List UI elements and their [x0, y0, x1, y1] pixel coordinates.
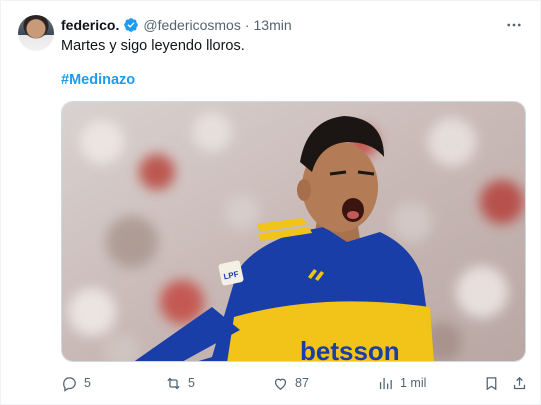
sponsor-logo: betsson [300, 336, 400, 362]
author-handle[interactable]: @federicosmos [143, 17, 240, 33]
retweet-count: 5 [188, 376, 195, 390]
tweet-media-image[interactable]: LPF betsson [61, 101, 526, 362]
more-dots-icon[interactable] [504, 15, 524, 35]
tweet-actions: 5 5 87 1 mil [61, 373, 531, 393]
views-count: 1 mil [400, 376, 427, 390]
reply-count: 5 [84, 376, 91, 390]
bookmark-icon [486, 376, 497, 390]
bookmark-button[interactable] [483, 373, 500, 393]
retweet-button[interactable]: 5 [165, 373, 195, 393]
separator-dot: · [244, 17, 250, 33]
tweet-text: Martes y sigo leyendo lloros. [61, 38, 245, 54]
heart-icon [274, 378, 287, 390]
avatar[interactable] [18, 15, 54, 51]
hashtag-link[interactable]: #Medinazo [61, 72, 135, 88]
reply-icon [63, 376, 76, 392]
tweet-timestamp[interactable]: 13min [254, 17, 292, 33]
tweet-card[interactable]: federico. @federicosmos · 13min Martes y… [0, 0, 541, 405]
like-count: 87 [295, 376, 309, 390]
verified-badge-icon [124, 18, 139, 32]
like-button[interactable]: 87 [272, 373, 309, 393]
views-button[interactable]: 1 mil [377, 373, 426, 393]
share-button[interactable] [511, 373, 528, 393]
share-icon [513, 376, 526, 389]
display-name[interactable]: federico. [61, 17, 119, 33]
reply-button[interactable]: 5 [61, 373, 91, 393]
tweet-header: federico. @federicosmos · 13min [61, 16, 292, 34]
player-photo: LPF betsson [62, 102, 525, 362]
views-icon [379, 377, 392, 389]
retweet-icon [167, 377, 180, 389]
